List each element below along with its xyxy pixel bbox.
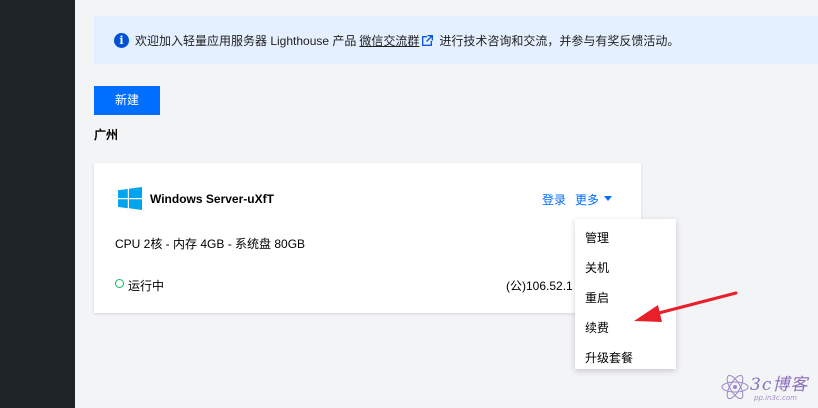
menu-item-upgrade-plan[interactable]: 升级套餐 xyxy=(575,343,676,373)
public-ip: (公)106.52.1 xyxy=(506,279,573,293)
menu-item-shutdown[interactable]: 关机 xyxy=(575,253,676,283)
watermark-url: pp.in3c.com xyxy=(754,394,797,402)
menu-item-restart[interactable]: 重启 xyxy=(575,283,676,313)
instance-spec: CPU 2核 - 内存 4GB - 系统盘 80GB xyxy=(115,237,306,251)
info-notice-banner: i 欢迎加入轻量应用服务器 Lighthouse 产品 微信交流群 进行技术咨询… xyxy=(94,16,818,64)
more-actions-link[interactable]: 更多 xyxy=(575,191,599,208)
instance-card: Windows Server-uXfT 登录 更多 CPU 2核 - 内存 4G… xyxy=(94,163,641,313)
watermark: 3c博客 pp.in3c.com xyxy=(718,364,818,408)
info-icon: i xyxy=(114,33,129,48)
main-content: i 欢迎加入轻量应用服务器 Lighthouse 产品 微信交流群 进行技术咨询… xyxy=(75,0,818,408)
new-instance-button[interactable]: 新建 xyxy=(94,86,160,115)
menu-item-renew[interactable]: 续费 xyxy=(575,313,676,343)
atom-logo-icon xyxy=(721,374,749,400)
wechat-group-link[interactable]: 微信交流群 xyxy=(359,32,419,49)
region-heading: 广州 xyxy=(94,128,119,142)
left-navigation-rail xyxy=(0,0,75,408)
more-actions-menu: 管理 关机 重启 续费 升级套餐 xyxy=(575,219,676,369)
external-link-icon[interactable] xyxy=(422,34,434,46)
status-indicator-icon xyxy=(115,279,124,288)
instance-name[interactable]: Windows Server-uXfT xyxy=(150,192,274,206)
menu-item-manage[interactable]: 管理 xyxy=(575,223,676,253)
notice-text-before: 欢迎加入轻量应用服务器 Lighthouse 产品 xyxy=(135,33,357,48)
instance-status: 运行中 xyxy=(128,279,165,293)
watermark-text: 3c博客 xyxy=(750,375,809,395)
windows-logo-icon xyxy=(118,187,142,210)
notice-text-after: 进行技术咨询和交流，并参与有奖反馈活动。 xyxy=(439,33,680,48)
chevron-down-icon[interactable] xyxy=(604,196,612,201)
login-link[interactable]: 登录 xyxy=(542,191,566,208)
